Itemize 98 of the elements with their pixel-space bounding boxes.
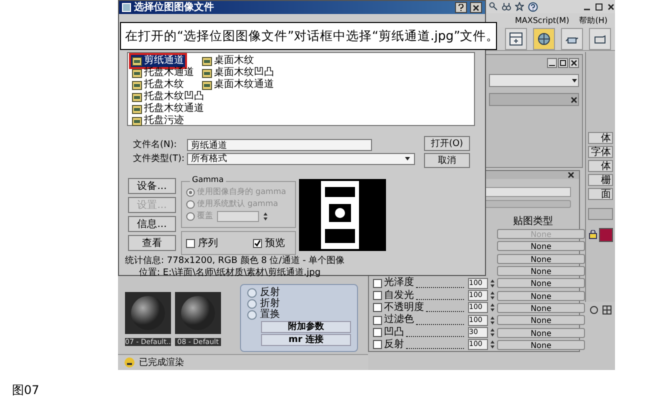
spinner-arrows-icon[interactable] bbox=[490, 316, 495, 325]
map-label: 凹凸 bbox=[384, 326, 404, 338]
dropdown-field[interactable] bbox=[489, 74, 579, 87]
rollout-button[interactable]: 附加参数 bbox=[261, 321, 351, 333]
map-button[interactable]: None bbox=[497, 328, 585, 338]
material-sphere-drawing[interactable] bbox=[125, 292, 171, 334]
rollout-button[interactable]: mr 连接 bbox=[261, 334, 351, 346]
checkbox[interactable] bbox=[186, 238, 195, 248]
cancel-button[interactable]: 取消 bbox=[424, 153, 470, 168]
map-label: 反射 bbox=[384, 338, 404, 351]
minimize-icon[interactable] bbox=[547, 58, 557, 68]
file-item[interactable]: 桌面木纹 bbox=[201, 55, 255, 67]
figure-caption: 图07 bbox=[12, 382, 40, 399]
command-button[interactable]: 体 bbox=[588, 132, 613, 144]
field-label: 文件类型(T): bbox=[133, 152, 183, 165]
file-item[interactable]: 桌面木纹通道 bbox=[201, 79, 275, 91]
map-button[interactable]: None bbox=[497, 315, 585, 326]
close-icon[interactable] bbox=[570, 96, 578, 104]
star-icon[interactable] bbox=[515, 2, 524, 11]
map-button[interactable]: None bbox=[497, 340, 585, 350]
menu-item[interactable]: 帮助(H) bbox=[579, 14, 608, 26]
spinner-arrows-icon[interactable] bbox=[490, 291, 495, 300]
file-item[interactable]: 桌面木纹凹凸 bbox=[201, 67, 275, 79]
command-button[interactable]: 体 bbox=[588, 160, 613, 172]
column-header: 贴图类型 bbox=[512, 216, 554, 228]
menu-item[interactable]: MAXScript(M) bbox=[515, 16, 570, 24]
preview-checkbox[interactable]: 预览 bbox=[253, 235, 285, 251]
file-item[interactable]: 托盘木纹凹凸 bbox=[131, 91, 205, 103]
dropdown-arrow-icon[interactable] bbox=[404, 155, 411, 162]
spinner-arrows-icon[interactable] bbox=[490, 278, 495, 288]
grid-icon[interactable] bbox=[602, 305, 612, 315]
map-label: 光泽度 bbox=[384, 277, 414, 290]
circle-icon bbox=[247, 298, 257, 308]
map-button[interactable]: None bbox=[497, 278, 585, 288]
status-text: 已完成渲染 bbox=[139, 356, 184, 369]
file-item[interactable]: 托盘木纹 bbox=[131, 79, 185, 91]
maximize-icon[interactable] bbox=[558, 58, 568, 68]
map-button[interactable]: None bbox=[497, 254, 585, 264]
orbit-icon[interactable] bbox=[588, 305, 598, 315]
map-label: 过滤色 bbox=[384, 314, 414, 326]
map-button[interactable]: None bbox=[497, 241, 585, 252]
map-label: 自发光 bbox=[384, 290, 414, 302]
close-icon[interactable] bbox=[607, 2, 615, 10]
side-button[interactable]: 设备... bbox=[128, 178, 176, 194]
circle-icon bbox=[247, 288, 257, 298]
panel-icon[interactable] bbox=[505, 28, 527, 50]
help-icon[interactable] bbox=[458, 4, 464, 11]
file-item[interactable]: 托盘污迹 bbox=[131, 115, 185, 127]
close-icon[interactable] bbox=[567, 171, 575, 180]
gamma-value-field[interactable] bbox=[217, 210, 259, 222]
spinner-arrows-icon[interactable] bbox=[490, 303, 495, 312]
map-option[interactable]: 反射 bbox=[247, 287, 351, 298]
checkbox[interactable] bbox=[373, 278, 382, 288]
command-button[interactable]: 面 bbox=[588, 188, 613, 200]
spinner-arrows-icon[interactable] bbox=[490, 340, 495, 350]
checkbox[interactable] bbox=[253, 238, 262, 248]
file-item[interactable]: 剪纸通道 bbox=[131, 55, 185, 67]
checkbox[interactable] bbox=[373, 328, 382, 338]
field-label: 文件名(N): bbox=[133, 138, 178, 151]
map-label: 不透明度 bbox=[384, 302, 424, 314]
file-item[interactable]: 托盘木纹通道 bbox=[131, 103, 205, 115]
globe-icon[interactable] bbox=[533, 28, 555, 50]
help-icon[interactable] bbox=[528, 2, 538, 12]
spinner-arrows-icon[interactable] bbox=[490, 328, 495, 338]
map-option[interactable]: 置换 bbox=[247, 309, 351, 320]
checkbox[interactable] bbox=[373, 340, 382, 350]
checkbox[interactable] bbox=[373, 303, 382, 312]
image-info: 统计信息: 778x1200, RGB 颜色 8 位/通道 - 单个图像 bbox=[125, 254, 345, 267]
spinner-arrows-icon[interactable] bbox=[263, 212, 268, 220]
map-button[interactable]: None bbox=[497, 290, 585, 301]
checkbox[interactable] bbox=[373, 291, 382, 300]
color-swatch[interactable] bbox=[599, 228, 613, 242]
circle-icon bbox=[247, 310, 257, 320]
dropdown-arrow-icon[interactable] bbox=[571, 77, 578, 84]
open-button[interactable]: 打开(O) bbox=[424, 136, 470, 151]
file-type-dropdown[interactable]: 所有格式 bbox=[187, 152, 415, 164]
map-button[interactable]: None bbox=[497, 266, 585, 276]
command-button[interactable]: 字体 bbox=[588, 146, 613, 158]
help-button[interactable] bbox=[455, 2, 467, 13]
file-item[interactable]: 托盘木通道 bbox=[131, 67, 195, 79]
callout-text: 在打开的“选择位图图像文件”对话框中选择“剪纸通道.jpg”文件。 bbox=[125, 28, 500, 44]
close-icon[interactable] bbox=[569, 58, 579, 68]
checkbox[interactable] bbox=[373, 316, 382, 325]
file-name-field[interactable]: 剪纸通道 bbox=[187, 138, 372, 150]
map-button[interactable]: None bbox=[497, 302, 585, 313]
side-button[interactable]: 查看 bbox=[128, 235, 176, 251]
name-field[interactable] bbox=[588, 208, 613, 220]
sequence-checkbox[interactable]: 序列 bbox=[186, 235, 218, 251]
maximize-icon[interactable] bbox=[595, 2, 603, 10]
binoculars-icon[interactable] bbox=[502, 2, 511, 11]
lock-icon[interactable] bbox=[589, 230, 597, 239]
group-title: Gamma bbox=[190, 175, 226, 184]
window-icon bbox=[122, 3, 131, 12]
map-option[interactable]: 折射 bbox=[247, 298, 351, 309]
material-sphere-drawing[interactable] bbox=[175, 292, 221, 334]
command-button[interactable]: 栅 bbox=[588, 174, 613, 186]
side-button[interactable]: 信息... bbox=[128, 216, 176, 232]
window-title: 选择位图图像文件 bbox=[134, 2, 214, 14]
